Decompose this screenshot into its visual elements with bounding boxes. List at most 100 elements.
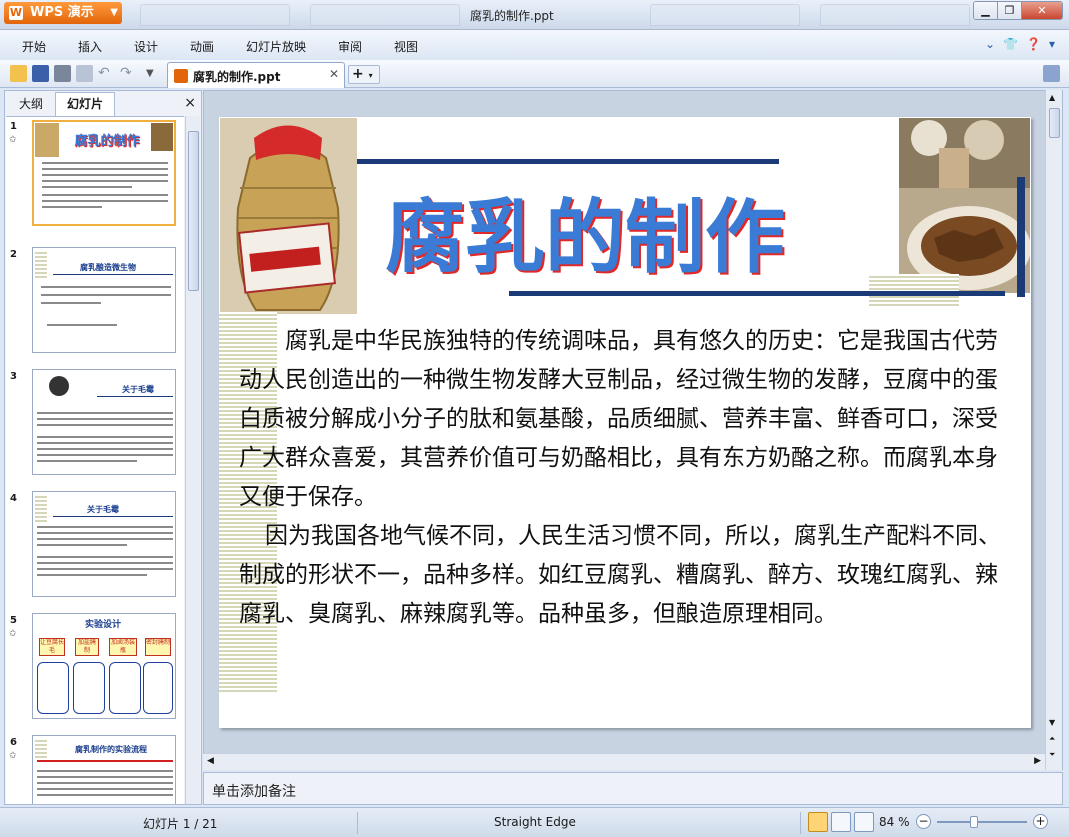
slideshow-view-icon[interactable] [854,812,874,832]
slide-thumbnail-6[interactable]: 腐乳制作的实验流程 [32,735,176,804]
scroll-right-icon[interactable]: ▶ [1034,756,1041,766]
wps-app-menu-button[interactable]: W WPS 演示 ▼ [4,2,122,24]
slide-number: 2 [10,249,17,260]
menu-right-icons: ⌄ 👕 ❓ ▾ [985,37,1055,51]
slide-indicator: 幻灯片 1 / 21 [143,817,218,831]
customize-toolbar-icon[interactable]: ▼ [146,65,163,82]
slide-thumbnail-4[interactable]: 关于毛霉 [32,491,176,597]
menu-design[interactable]: 设计 [134,38,158,55]
menu-slideshow[interactable]: 幻灯片放映 [246,38,306,55]
help-icon[interactable]: ❓ [1026,37,1041,51]
close-tab-icon[interactable]: ✕ [329,67,339,81]
thumbnail-list: 1 ✩ 腐乳的制作 2 腐乳酿造微生物 3 关于毛霉 4 关于毛霉 5 ✩ 实验… [6,116,184,804]
slide-body-textbox[interactable]: 腐乳是中华民族独特的传统调味品，具有悠久的历史：它是我国古代劳动人民创造出的一种… [239,322,1019,634]
background-tabs [140,4,1000,26]
notes-placeholder: 单击添加备注 [212,784,296,800]
menu-animation[interactable]: 动画 [190,38,214,55]
body-paragraph: 腐乳是中华民族独特的传统调味品，具有悠久的历史：它是我国古代劳动人民创造出的一种… [239,328,998,510]
animation-star-icon: ✩ [9,751,17,761]
slide-number: 3 [10,371,17,382]
slide-thumbnail-2[interactable]: 腐乳酿造微生物 [32,247,176,353]
redo-icon[interactable]: ↷ [120,65,137,82]
horizontal-scrollbar[interactable]: ◀ ▶ [203,753,1045,770]
fermented-tofu-plate-image [899,118,1031,293]
scroll-down-icon[interactable]: ▼ [1049,718,1055,727]
step-detail [143,662,173,714]
title-bar: W WPS 演示 ▼ 腐乳的制作.ppt ▁ ❐ ✕ [0,0,1069,30]
slide-thumbnail-5[interactable]: 实验设计 让豆腐长毛 加盐腌制 加卤汤装瓶 密封腌制 [32,613,176,719]
step-box: 加盐腌制 [75,638,99,656]
slide-number: 1 [10,121,17,132]
thumb-title: 关于毛霉 [122,385,154,394]
thumb-title: 关于毛霉 [87,505,119,514]
animation-star-icon: ✩ [9,135,17,145]
scroll-up-icon[interactable]: ▲ [1049,93,1055,102]
ppt-file-icon [174,69,188,83]
undo-icon[interactable]: ↶ [98,65,115,82]
step-box: 让豆腐长毛 [39,638,65,656]
zoom-level: 84 % [879,815,910,829]
menu-insert[interactable]: 插入 [78,38,102,55]
menu-view[interactable]: 视图 [394,38,418,55]
title-rule-top [357,159,779,164]
thumbnail-scrollbar[interactable] [185,116,200,804]
window-controls: ▁ ❐ ✕ [973,1,1063,20]
slide-number: 4 [10,493,17,504]
zoom-slider[interactable] [937,821,1027,823]
chevron-down-icon[interactable]: ⌄ [985,37,995,51]
step-box: 密封腌制 [145,638,171,656]
tab-slides[interactable]: 幻灯片 [55,92,115,116]
close-panel-icon[interactable]: × [184,95,196,111]
app-name: WPS 演示 [30,5,94,20]
zoom-out-button[interactable]: − [916,814,931,829]
window-layout-icon[interactable] [1043,65,1060,82]
menu-review[interactable]: 审阅 [338,38,362,55]
new-tab-button[interactable]: + ▾ [348,65,380,84]
slide-thumbnail-1[interactable]: 腐乳的制作 [32,120,176,226]
thumb-title: 腐乳的制作 [74,134,140,149]
slide-number: 6 [10,737,17,748]
scrollbar-thumb[interactable] [188,131,199,291]
scrollbar-thumb[interactable] [1049,108,1060,138]
zoom-in-button[interactable]: + [1033,814,1048,829]
print-icon[interactable] [54,65,71,82]
previous-slide-icon[interactable]: ⏶ [1049,734,1055,744]
close-window-button[interactable]: ✕ [1022,2,1062,19]
title-rule-bottom [509,291,1005,296]
slide-thumbnail-3[interactable]: 关于毛霉 [32,369,176,475]
minimize-button[interactable]: ▁ [974,2,998,19]
slide-sorter-view-icon[interactable] [831,812,851,832]
slides-panel: 大纲 幻灯片 × 1 ✩ 腐乳的制作 2 腐乳酿造微生物 3 关于毛霉 4 关于… [4,90,202,805]
document-tab[interactable]: 腐乳的制作.ppt ✕ [167,62,345,88]
background-window-tab[interactable] [140,4,290,26]
open-folder-icon[interactable] [10,65,27,82]
vertical-scrollbar[interactable]: ▲ ▼ ⏶ ⏷ [1045,90,1062,770]
animation-star-icon: ✩ [9,629,17,639]
document-tab-label: 腐乳的制作.ppt [193,70,281,84]
notes-pane[interactable]: 单击添加备注 [203,772,1063,805]
chevron-down-icon[interactable]: ▾ [1049,37,1055,51]
next-slide-icon[interactable]: ⏷ [1049,750,1055,760]
zoom-slider-thumb[interactable] [970,816,978,828]
step-detail [109,662,141,714]
save-icon[interactable] [32,65,49,82]
thumb-title: 实验设计 [84,620,121,630]
normal-view-icon[interactable] [808,812,828,832]
status-bar: 幻灯片 1 / 21 Straight Edge 84 % − + [0,807,1069,837]
skin-shirt-icon[interactable]: 👕 [1003,37,1018,51]
tab-outline[interactable]: 大纲 [7,93,55,115]
restore-button[interactable]: ❐ [998,2,1022,19]
slide-title[interactable]: 腐乳的制作 [385,173,785,289]
background-window-tab[interactable] [650,4,800,26]
tofu-image [151,123,173,151]
background-window-tab[interactable] [820,4,970,26]
fermented-tofu-jar-image [220,118,357,314]
print-preview-icon[interactable] [76,65,93,82]
chevron-down-icon: ▼ [110,7,118,18]
jar-image [35,123,59,157]
menu-bar: 开始 插入 设计 动画 幻灯片放映 审阅 视图 ⌄ 👕 ❓ ▾ [0,30,1069,60]
scroll-left-icon[interactable]: ◀ [207,756,214,766]
menu-home[interactable]: 开始 [22,38,46,55]
background-window-tab[interactable] [310,4,460,26]
slide-canvas[interactable]: 腐乳的制作 腐乳是中华民族独特的传统调味品，具有悠久的历史：它是我国古代劳动人民… [219,117,1031,728]
